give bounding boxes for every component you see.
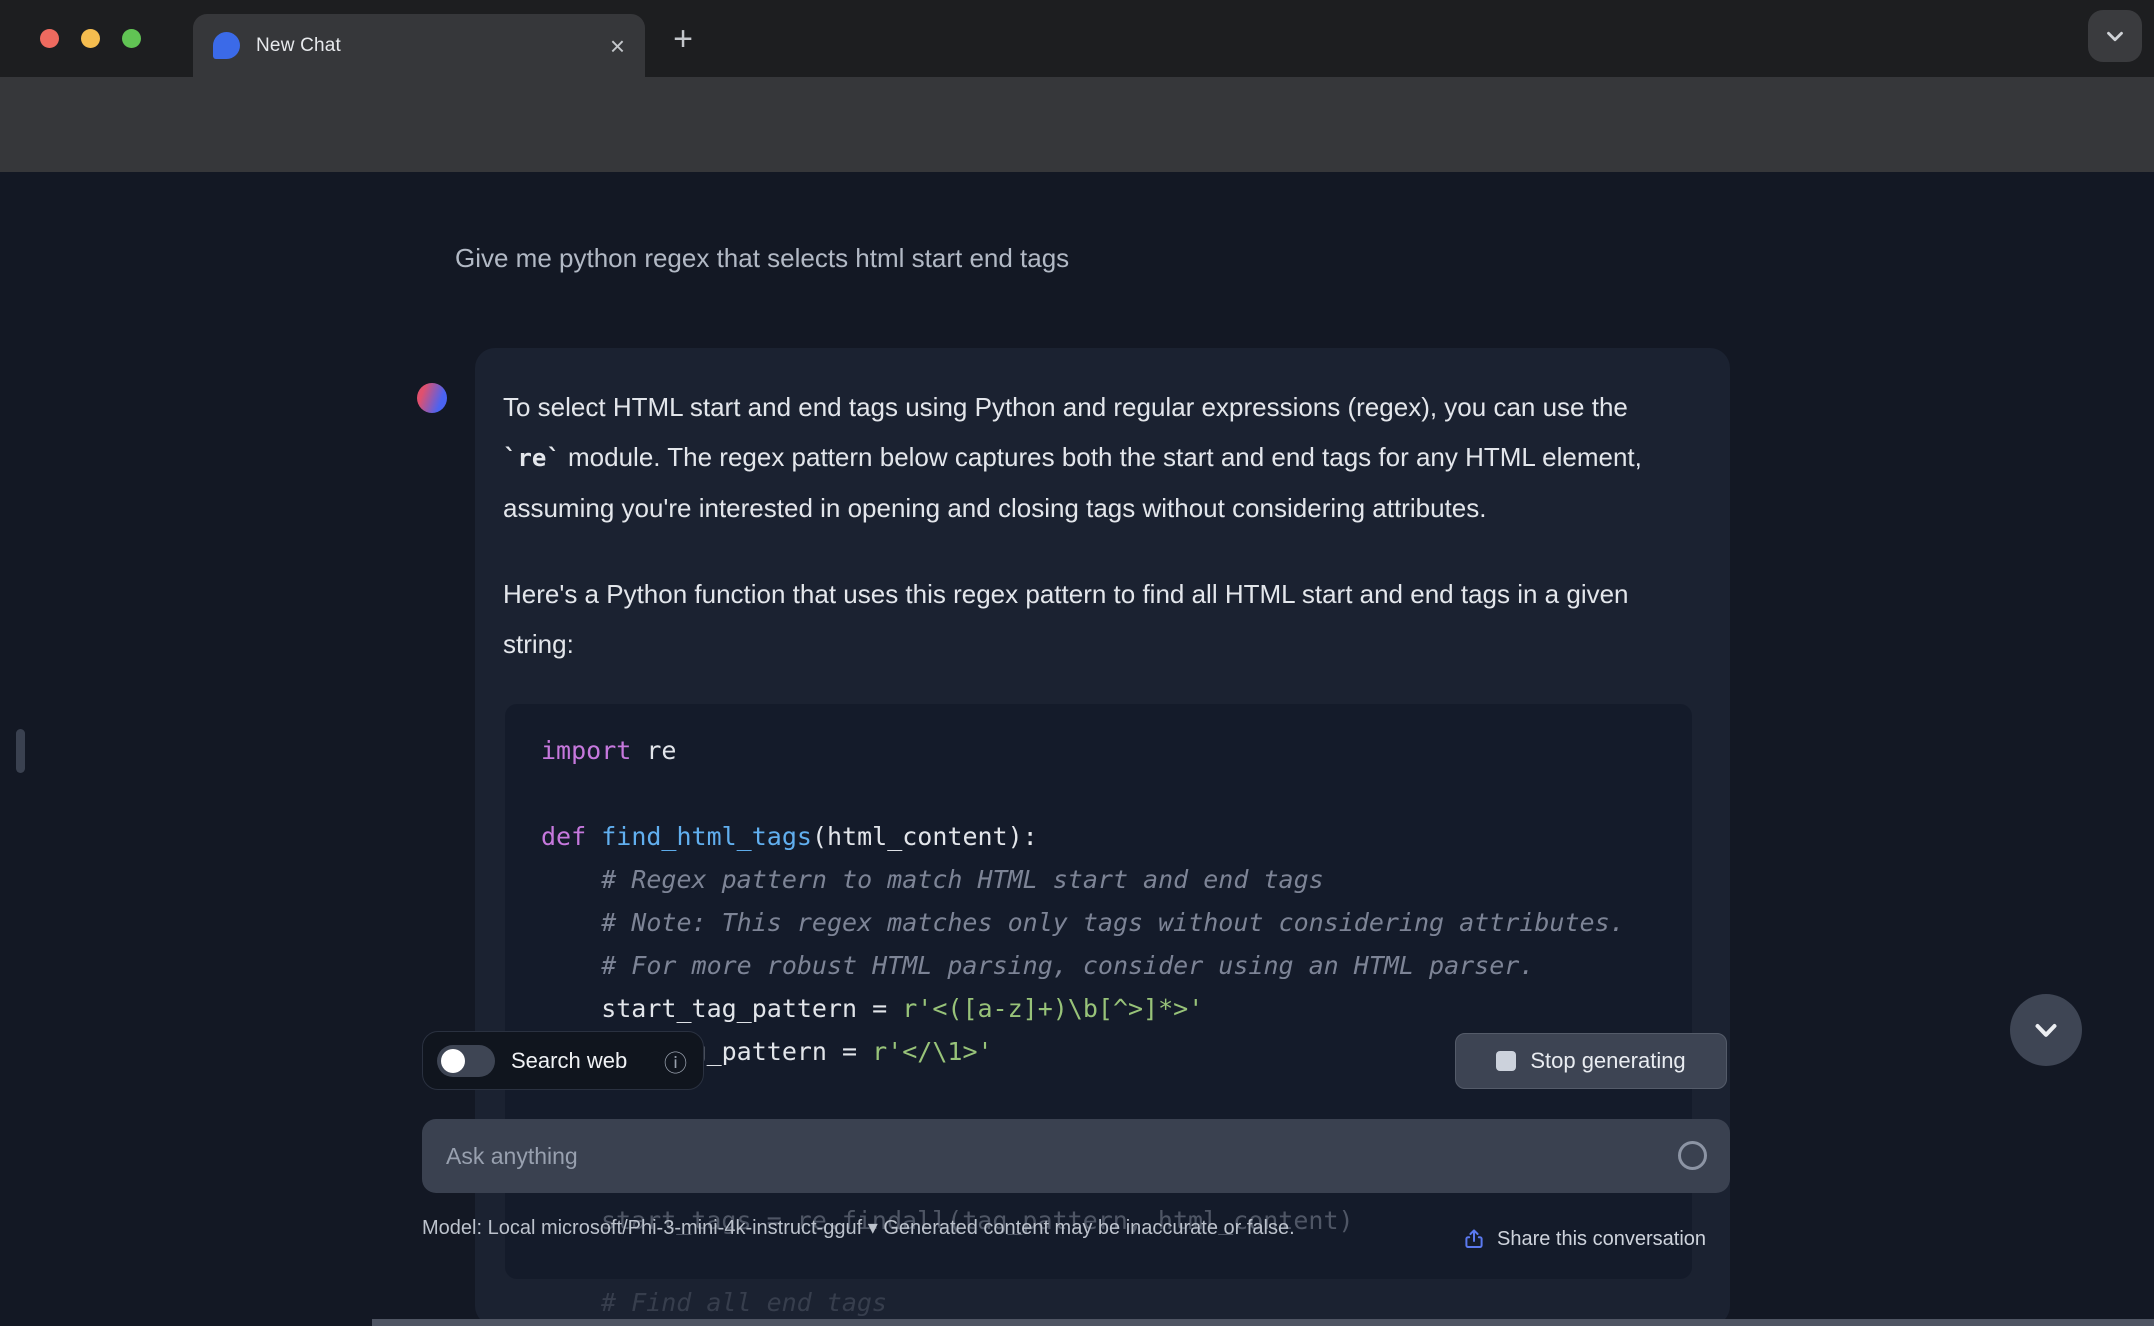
scroll-to-bottom-button[interactable] — [2010, 994, 2082, 1066]
new-tab-button[interactable]: + — [662, 18, 704, 60]
inline-code-re: `re` — [503, 444, 561, 472]
search-web-toggle[interactable] — [437, 1044, 495, 1077]
share-label: Share this conversation — [1497, 1227, 1707, 1250]
search-web-label: Search web — [511, 1047, 628, 1073]
browser-window: New Chat × + ⓘ l — [0, 0, 2154, 1326]
assistant-paragraph-1: To select HTML start and end tags using … — [503, 392, 1642, 523]
bottom-edge-bar — [372, 1319, 2154, 1326]
stop-square-icon — [1496, 1051, 1517, 1071]
chevron-down-icon — [2035, 1024, 2057, 1037]
window-minimize-button[interactable] — [81, 29, 100, 48]
assistant-avatar — [417, 383, 447, 413]
share-upload-icon — [1465, 1229, 1483, 1248]
faint-code-line-2: # Find all end tags — [601, 1288, 887, 1317]
stop-generating-label: Stop generating — [1530, 1048, 1686, 1073]
stop-generating-button[interactable]: Stop generating — [1455, 1033, 1727, 1089]
user-message: Give me python regex that selects html s… — [455, 243, 1070, 273]
search-web-control: Search web ⓘ — [422, 1031, 704, 1090]
model-caret-icon[interactable]: ▾ — [868, 1217, 878, 1239]
tab-title: New Chat — [256, 34, 342, 56]
window-zoom-button[interactable] — [122, 29, 141, 48]
assistant-paragraph-2: Here's a Python function that uses this … — [503, 579, 1629, 659]
input-spinner-icon — [1678, 1141, 1707, 1170]
browser-toolbar: ⓘ localhost:5173/conversation/665727c45d… — [0, 77, 2154, 229]
model-disclaimer: Model: Local microsoft/Phi-3-mini-4k-ins… — [422, 1210, 1422, 1247]
tab-search-button[interactable] — [2088, 10, 2142, 62]
chevron-down-icon — [2107, 31, 2123, 42]
tab-close-icon[interactable]: × — [610, 33, 625, 59]
chat-page: Give me python regex that selects html s… — [0, 172, 2154, 1326]
code-content: import re def find_html_tags(html_conten… — [541, 736, 1625, 1066]
toggle-knob — [441, 1048, 465, 1073]
tab-new-chat[interactable]: New Chat × — [193, 14, 645, 77]
model-label[interactable]: Model: Local microsoft/Phi-3-mini-4k-ins… — [422, 1217, 862, 1239]
search-web-info-icon[interactable]: ⓘ — [664, 1044, 687, 1078]
sidebar-drag-handle[interactable] — [16, 729, 25, 773]
chat-bubble-icon — [213, 32, 240, 59]
ask-anything-input[interactable] — [422, 1119, 1730, 1193]
window-close-button[interactable] — [40, 29, 59, 48]
disclaimer-text: Generated content may be inaccurate or f… — [883, 1217, 1295, 1239]
share-conversation-button[interactable]: Share this conversation — [1462, 1227, 1706, 1251]
tab-bar: New Chat × + — [0, 0, 2154, 77]
